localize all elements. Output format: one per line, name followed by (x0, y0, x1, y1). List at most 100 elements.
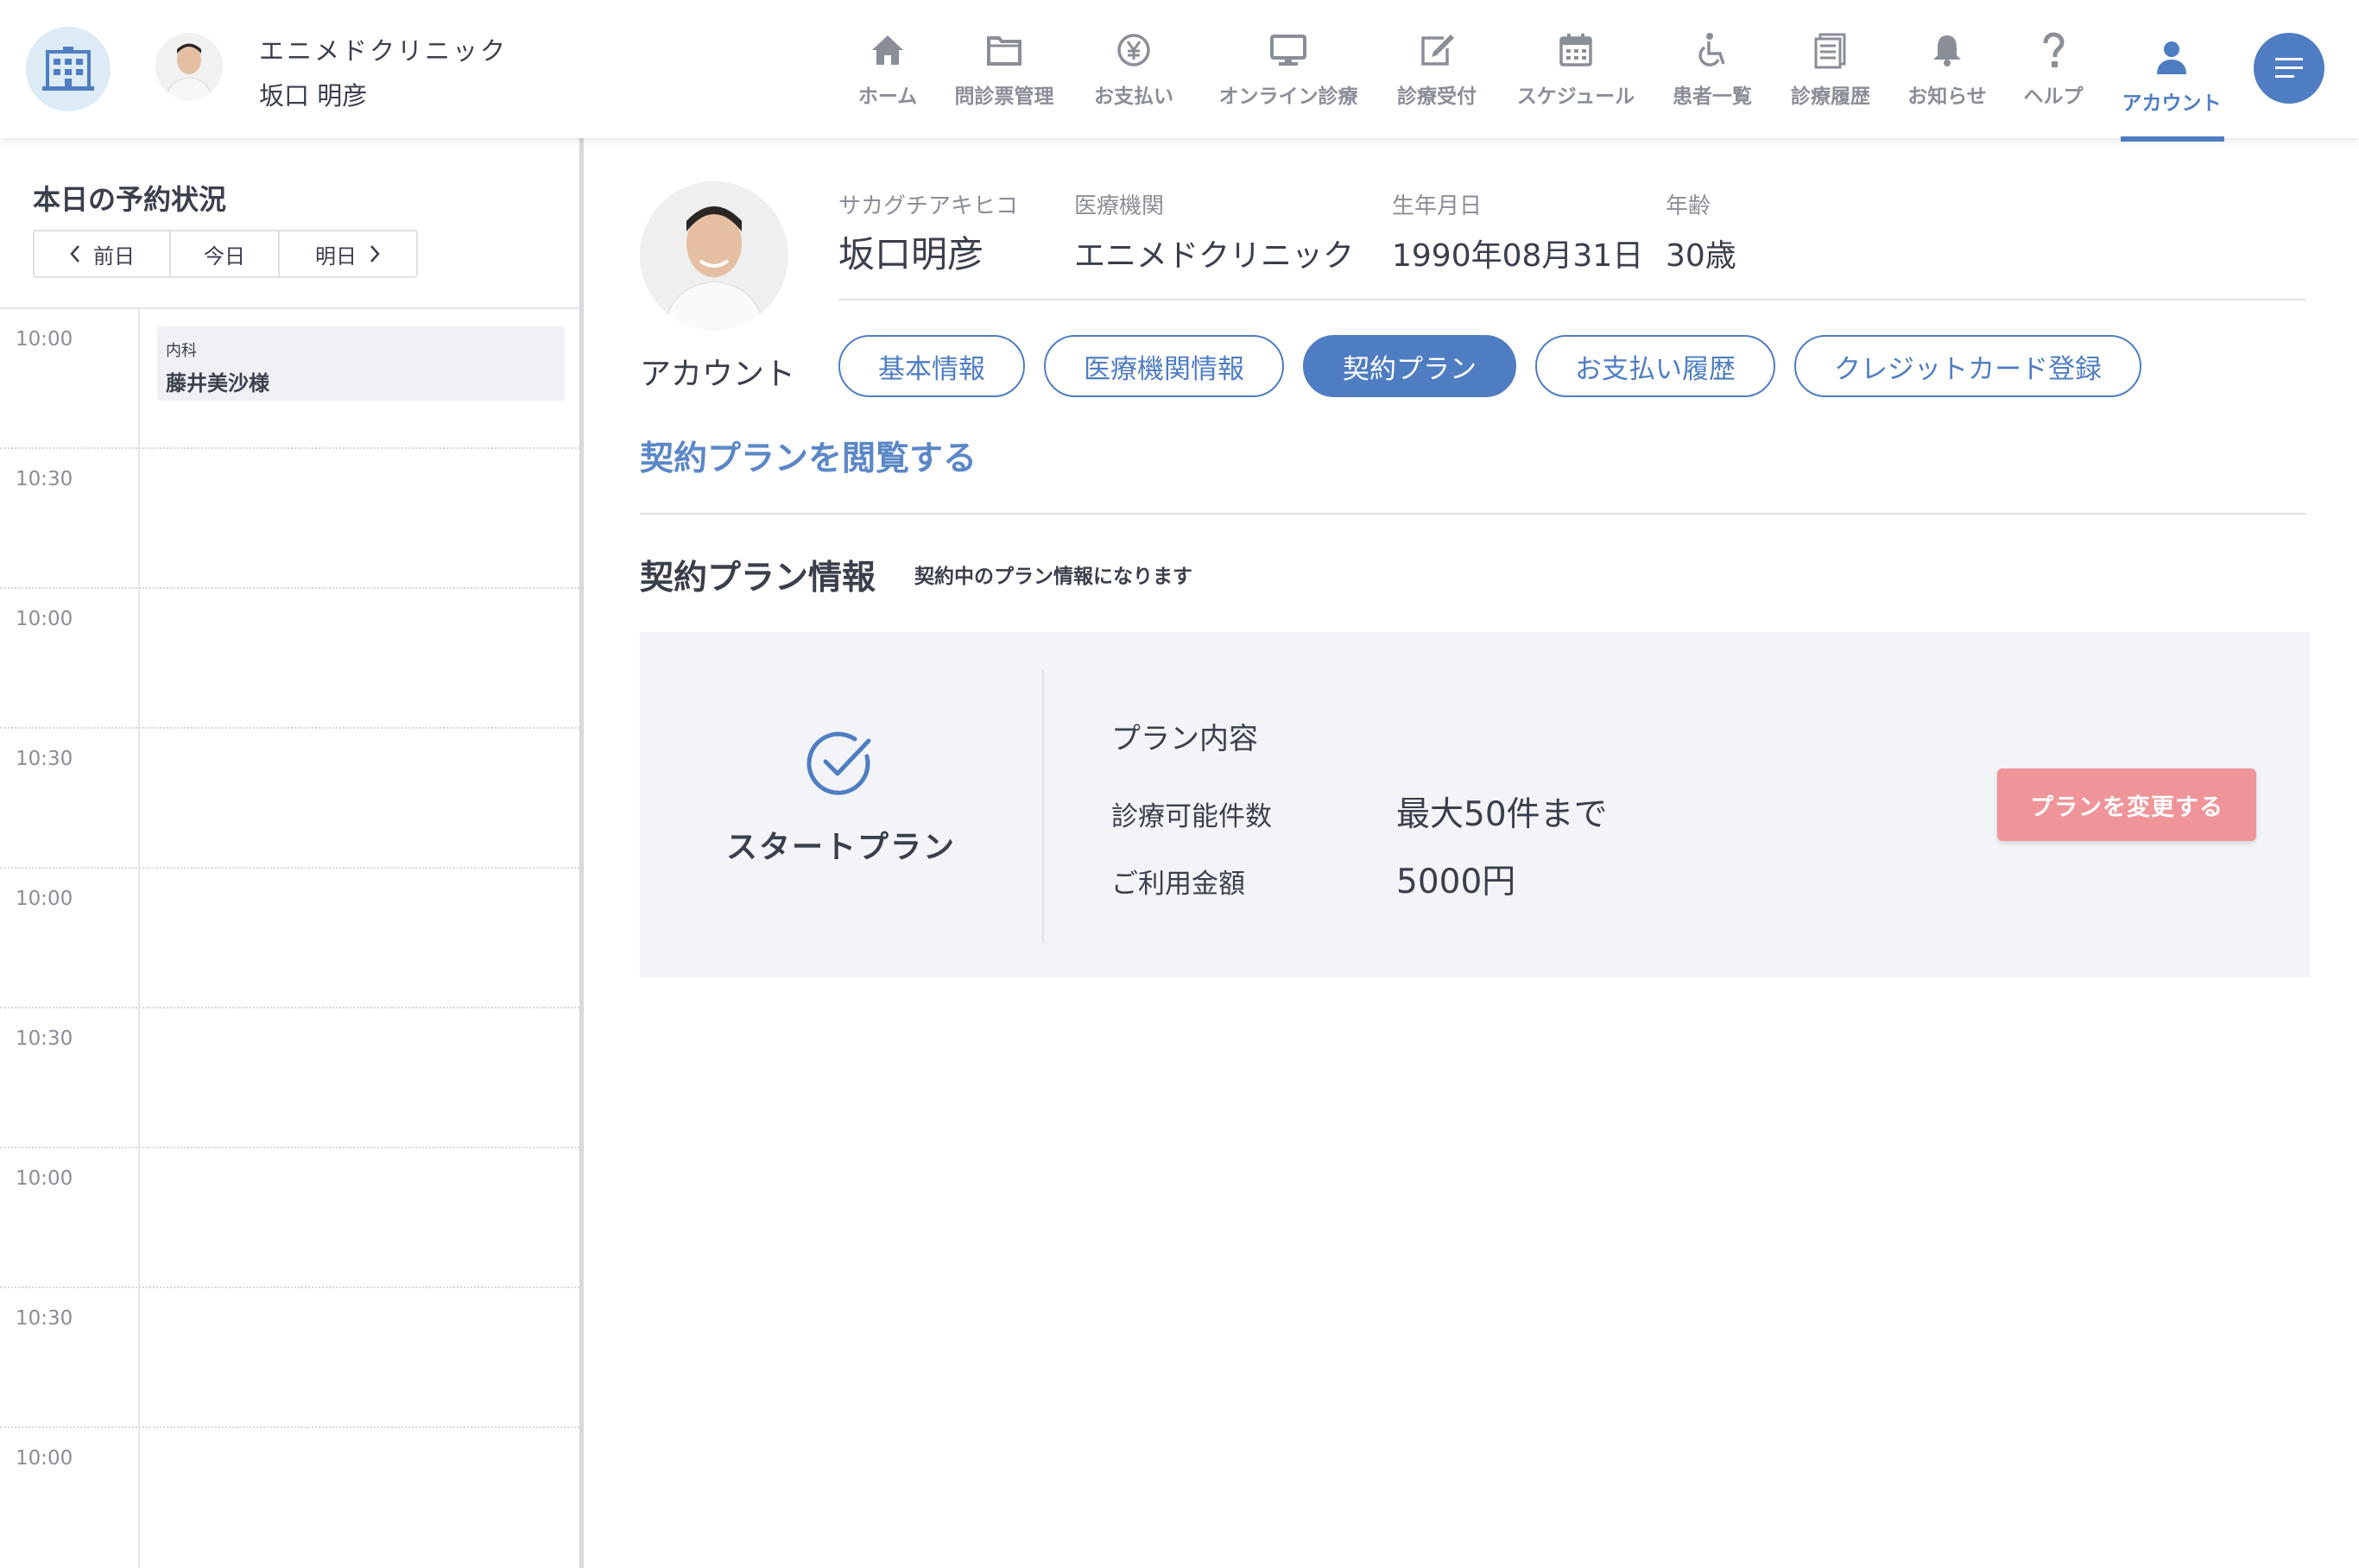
change-plan-button[interactable]: プランを変更する (1997, 768, 2256, 841)
time-slot[interactable]: 10:30 (0, 1288, 579, 1428)
time-label: 10:00 (16, 1447, 73, 1470)
birthday-value: 1990年08月31日 (1392, 238, 1644, 274)
check-circle-icon (806, 731, 871, 795)
nav-online[interactable]: オンライン診療 (1219, 31, 1358, 109)
home-icon (872, 35, 903, 65)
age-block: 年齢 30歳 (1666, 188, 1736, 275)
next-day-button[interactable]: 明日 (280, 231, 416, 276)
nav-home[interactable]: ホーム (823, 31, 952, 109)
top-header: エニメドクリニック 坂口 明彦 ホーム 問診票管理 お支払い オンライン診療 診… (0, 0, 2359, 142)
prev-day-label: 前日 (93, 243, 135, 269)
chevron-right-icon (370, 245, 380, 262)
hospital-building-icon[interactable] (26, 27, 111, 111)
age-label: 年齢 (1666, 193, 1711, 219)
time-label: 10:30 (16, 468, 73, 490)
plan-card: スタートプラン プラン内容 診療可能件数 最大50件まで ご利用金額 5000円… (640, 632, 2310, 977)
plan-name: スタートプラン (725, 830, 956, 865)
name-kana: サカグチアキヒコ (838, 193, 1019, 219)
plan-heading: 契約プラン情報 (640, 559, 876, 597)
plan-count-label: 診療可能件数 (1111, 801, 1272, 832)
wheelchair-icon (1698, 33, 1725, 66)
time-slot[interactable]: 10:30 (0, 449, 579, 589)
reservation-sidebar: 本日の予約状況 前日 今日 明日 10:00 内科 藤井美沙様 10:30 10… (0, 138, 584, 1568)
nav-reception-label: 診療受付 (1397, 85, 1477, 108)
nav-history[interactable]: 診療履歴 (1766, 31, 1895, 109)
appointment-patient: 藤井美沙様 (166, 371, 269, 395)
nav-help[interactable]: ヘルプ (1989, 31, 2118, 109)
time-label: 10:00 (16, 608, 73, 630)
plan-divider (1042, 670, 1044, 943)
nav-account-label: アカウント (2122, 92, 2222, 115)
document-icon (1814, 33, 1846, 69)
tab-credit-card[interactable]: クレジットカード登録 (1794, 335, 2141, 397)
plan-price-label: ご利用金額 (1111, 869, 1245, 900)
plan-content-title: プラン内容 (1111, 722, 1258, 756)
tab-institution-info[interactable]: 医療機関情報 (1044, 335, 1284, 397)
day-switcher: 前日 今日 明日 (33, 230, 418, 278)
nav-questionnaire-label: 問診票管理 (954, 85, 1054, 108)
nav-payment[interactable]: お支払い (1069, 31, 1198, 109)
next-day-label: 明日 (315, 243, 357, 269)
time-label: 10:30 (16, 1307, 73, 1330)
age-value: 30歳 (1666, 238, 1736, 274)
account-tabs: 基本情報 医療機関情報 契約プラン お支払い履歴 クレジットカード登録 (838, 335, 2141, 397)
birthday-label: 生年月日 (1392, 193, 1483, 219)
nav-payment-label: お支払い (1094, 85, 1173, 108)
nav-questionnaire[interactable]: 問診票管理 (939, 31, 1069, 109)
profile-name: 坂口明彦 (838, 233, 984, 275)
institution-label: 医療機関 (1074, 193, 1165, 219)
view-plans-link[interactable]: 契約プランを閲覧する (640, 432, 977, 480)
time-label: 10:30 (16, 1027, 73, 1050)
user-avatar[interactable] (155, 33, 223, 100)
profile-photo (640, 181, 788, 330)
timeline-divider (138, 309, 140, 1568)
hamburger-menu-button[interactable] (2254, 33, 2324, 104)
tab-payment-history[interactable]: お支払い履歴 (1535, 335, 1775, 397)
nav-schedule-label: スケジュール (1516, 85, 1635, 108)
chevron-left-icon (70, 245, 79, 262)
name-block: サカグチアキヒコ 坂口明彦 (838, 188, 1018, 278)
institution-value: エニメドクリニック (1074, 238, 1355, 274)
plan-summary: スタートプラン (640, 632, 1042, 977)
main-content: アカウント サカグチアキヒコ 坂口明彦 医療機関 エニメドクリニック 生年月日 … (588, 138, 2359, 1568)
birthday-block: 生年月日 1990年08月31日 (1392, 188, 1643, 275)
appointment-department: 内科 (166, 342, 197, 360)
profile-divider (838, 299, 2306, 300)
time-slot[interactable]: 10:00 内科 藤井美沙様 (0, 309, 579, 449)
time-slot[interactable]: 10:30 (0, 1008, 579, 1148)
time-slot[interactable]: 10:00 (0, 869, 579, 1008)
tab-contract-plan[interactable]: 契約プラン (1303, 335, 1516, 397)
time-slot[interactable]: 10:00 (0, 1428, 579, 1568)
folder-icon (987, 36, 1021, 66)
time-slot[interactable]: 10:00 (0, 589, 579, 729)
nav-patients-label: 患者一覧 (1673, 85, 1752, 108)
nav-reception[interactable]: 診療受付 (1372, 31, 1502, 109)
today-button[interactable]: 今日 (171, 231, 280, 276)
nav-notifications-label: お知らせ (1907, 85, 1987, 108)
section-divider (640, 513, 2306, 515)
today-label: 今日 (204, 243, 245, 269)
timeline: 10:00 内科 藤井美沙様 10:30 10:00 10:30 10:00 1… (0, 309, 579, 1568)
tab-basic-info[interactable]: 基本情報 (838, 335, 1025, 397)
nav-home-label: ホーム (857, 85, 918, 108)
appointment-card[interactable]: 内科 藤井美沙様 (157, 326, 565, 401)
nav-patients[interactable]: 患者一覧 (1648, 31, 1777, 109)
nav-schedule[interactable]: スケジュール (1511, 31, 1641, 109)
clinic-name: エニメドクリニック (259, 36, 509, 66)
sidebar-title: 本日の予約状況 (33, 183, 227, 216)
nav-online-label: オンライン診療 (1218, 85, 1358, 108)
edit-icon (1421, 35, 1454, 66)
bell-icon (1933, 35, 1961, 66)
prev-day-button[interactable]: 前日 (35, 231, 171, 276)
menu-icon (2275, 58, 2303, 78)
yen-icon (1117, 34, 1150, 66)
nav-history-label: 診療履歴 (1791, 85, 1870, 108)
time-slot[interactable]: 10:30 (0, 729, 579, 869)
time-slot[interactable]: 10:00 (0, 1148, 579, 1288)
plan-price-value: 5000円 (1396, 863, 1516, 901)
nav-account[interactable]: アカウント (2107, 38, 2236, 116)
time-label: 10:00 (16, 328, 73, 351)
time-label: 10:00 (16, 1167, 73, 1190)
account-label: アカウント (640, 357, 796, 392)
plan-count-value: 最大50件まで (1396, 795, 1608, 834)
